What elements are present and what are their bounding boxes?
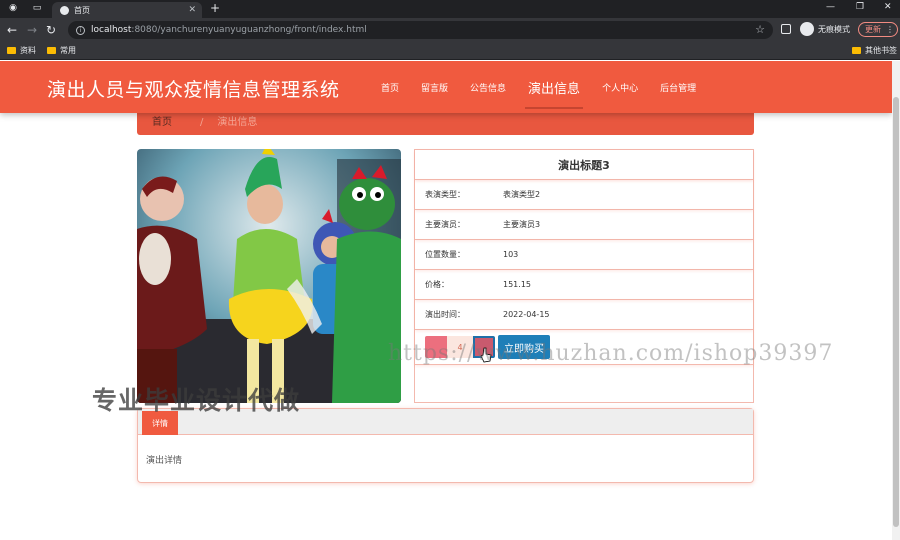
page-scrollbar[interactable] [892,61,900,540]
bookmark-label: 常用 [60,46,76,55]
site-info-icon[interactable]: i [76,25,85,35]
main-nav: 首页 留言版 公告信息 演出信息 个人中心 后台管理 [370,61,707,113]
performance-photo [137,149,401,403]
restore-icon[interactable]: ❐ [856,2,864,12]
info-label: 表演类型： [425,190,465,199]
folder-icon [7,47,16,54]
folder-icon [47,47,56,54]
watermark-text: 专业毕业设计代做 [92,386,301,415]
window-close-icon[interactable]: ✕ [884,2,892,12]
browser-menu-icon[interactable]: ◉ [8,3,18,13]
browser-tab-home[interactable]: 首页 ✕ [52,2,202,18]
nav-personal-center[interactable]: 个人中心 [591,61,649,113]
info-value: 2022-04-15 [503,310,550,319]
folder-icon [852,47,861,54]
forward-arrow-icon[interactable]: → [27,23,37,37]
site-title: 演出人员与观众疫情信息管理系统 [47,79,340,101]
info-label: 主要演员： [425,220,465,229]
url-host: localhost [91,25,132,35]
performance-title: 演出标题3 [415,150,753,180]
detail-content: 演出详情 [146,456,183,466]
nav-guestbook[interactable]: 留言版 [410,61,459,113]
info-value: 主要演员3 [503,220,541,229]
incognito-avatar-icon [800,22,814,36]
info-row-date: 演出时间： 2022-04-15 [415,300,753,330]
incognito-indicator[interactable]: 无痕模式 [800,22,850,36]
bookmark-folder-2[interactable]: 常用 [47,45,76,56]
other-bookmarks[interactable]: 其他书签 [852,45,897,56]
side-panel-icon[interactable] [781,24,791,34]
breadcrumb-current: 演出信息 [217,117,258,128]
tab-title: 首页 [74,5,90,15]
info-row-actor: 主要演员： 主要演员3 [415,210,753,240]
new-tab-icon[interactable]: + [210,2,220,14]
bookmark-folder-1[interactable]: 资料 [7,45,36,56]
minimize-icon[interactable]: — [826,2,835,12]
browser-tabstrip: ◉ ▭ 首页 ✕ + — ❐ ✕ [0,0,900,18]
back-arrow-icon[interactable]: ← [7,23,17,37]
scrollbar-thumb[interactable] [893,97,899,527]
incognito-label: 无痕模式 [818,24,850,34]
bookmarks-bar: 资料 常用 其他书签 [0,42,900,60]
detail-section: 详情 演出详情 [137,408,754,483]
reload-icon[interactable]: ↻ [46,23,56,37]
bookmark-star-icon[interactable]: ☆ [755,23,765,36]
globe-icon [60,5,69,15]
bookmark-label: 资料 [20,46,36,55]
watermark-url: https://www.huzhan.com/ishop39397 [388,341,834,366]
address-bar[interactable]: i localhost:8080/yanchurenyuanyuguanzhon… [68,21,773,39]
nav-announcements[interactable]: 公告信息 [459,61,517,113]
kebab-menu-icon: ⋮ [886,25,894,34]
browser-toolbar: ← → ↻ i localhost:8080/yanchurenyuanyugu… [0,18,900,42]
tab-search-icon[interactable]: ▭ [32,3,42,13]
info-value: 103 [503,250,519,259]
nav-admin[interactable]: 后台管理 [649,61,707,113]
info-label: 价格： [425,280,449,289]
nav-performances[interactable]: 演出信息 [517,61,591,113]
update-label: 更新 [865,25,881,34]
nav-home[interactable]: 首页 [370,61,410,113]
close-tab-icon[interactable]: ✕ [188,5,196,15]
update-button[interactable]: 更新 ⋮ [858,22,898,37]
url-path: :8080/yanchurenyuanyuguanzhong/front/ind… [131,25,367,35]
info-row-price: 价格： 151.15 [415,270,753,300]
info-row-type: 表演类型： 表演类型2 [415,180,753,210]
breadcrumb-home[interactable]: 首页 [152,113,172,128]
info-value: 151.15 [503,280,531,289]
site-header: 演出人员与观众疫情信息管理系统 首页 留言版 公告信息 演出信息 个人中心 后台… [0,61,892,113]
page-viewport: 演出人员与观众疫情信息管理系统 首页 留言版 公告信息 演出信息 个人中心 后台… [0,61,892,540]
info-value: 表演类型2 [503,190,541,199]
other-bookmarks-label: 其他书签 [865,46,897,55]
info-row-seats: 位置数量： 103 [415,240,753,270]
info-label: 演出时间： [425,310,465,319]
info-label: 位置数量： [425,250,465,259]
breadcrumb-separator: / [200,117,204,128]
